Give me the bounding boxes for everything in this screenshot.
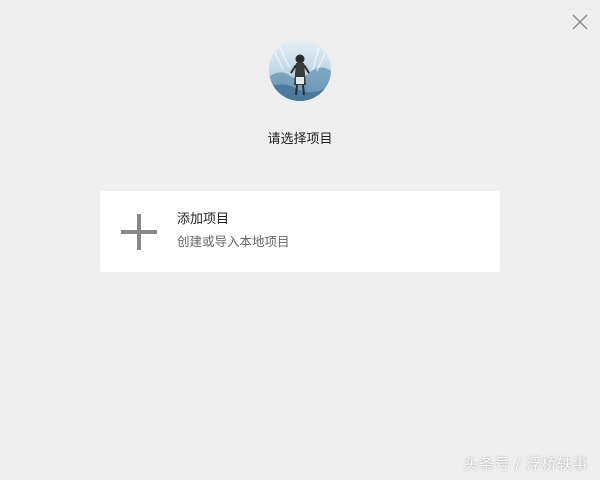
close-button[interactable] [570,12,590,32]
close-icon [572,14,588,30]
add-project-subtitle: 创建或导入本地项目 [177,234,290,249]
add-project-title: 添加项目 [177,212,230,227]
add-project-button[interactable]: 添加项目 创建或导入本地项目 [100,191,500,272]
avatar[interactable] [269,39,331,101]
watermark: 头条号 / 浮桥轶事 [463,455,588,473]
page-title: 请选择项目 [267,132,333,147]
avatar-image [269,39,331,101]
plus-icon [121,214,157,250]
